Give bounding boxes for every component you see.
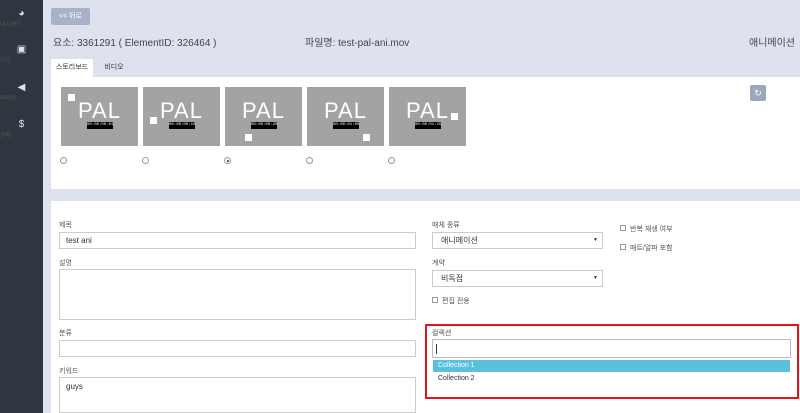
editorial-checkbox[interactable] xyxy=(432,297,438,303)
keywords-label: 키워드 xyxy=(59,368,79,375)
keywords-textarea[interactable]: guys xyxy=(59,377,416,413)
sidebar-item-label: 판매 xyxy=(0,133,12,139)
category-input[interactable] xyxy=(59,340,416,357)
loop-label: 반복 재생 여부 xyxy=(630,226,673,233)
frame-radio[interactable] xyxy=(60,157,67,164)
matte-label: 매트/알파 포함 xyxy=(630,245,673,252)
category-label: 분류 xyxy=(59,330,72,337)
thumbnail-text: PAL xyxy=(324,98,367,123)
tab-storyboard[interactable]: 스토리보드 xyxy=(51,59,93,77)
loop-checkbox[interactable] xyxy=(620,225,626,231)
tab-video[interactable]: 비디오 xyxy=(99,59,129,77)
timecode: 00:00:01:15 xyxy=(415,122,442,129)
element-info: 요소: 3361291 ( ElementID: 326464 ) xyxy=(53,38,217,49)
sidebar-item-dashboard[interactable]: ◕ 대시보드 xyxy=(0,8,43,28)
chevron-down-icon: ▼ xyxy=(593,275,598,281)
thumbnail-text: PAL xyxy=(406,98,449,123)
refresh-icon: ↻ xyxy=(754,88,762,98)
storyboard-thumbnail[interactable]: PAL 00:00:00:20 xyxy=(225,87,302,146)
sidebar: ◕ 대시보드 ▣ 자산 ◀ 마케팅 $ 판매 xyxy=(0,0,43,413)
timecode: 00:00:00:10 xyxy=(169,122,196,129)
sidebar-item-assets[interactable]: ▣ 자산 xyxy=(0,44,43,64)
media-type-heading: 애니메이션 xyxy=(749,38,795,49)
sidebar-item-label: 대시보드 xyxy=(0,22,23,28)
storyboard-panel: PAL 00:00:00:01 PAL 00:00:00:10 PAL 00:0… xyxy=(51,77,800,189)
media-type-label: 매체 종류 xyxy=(432,222,460,229)
timecode: 00:00:00:20 xyxy=(251,122,278,129)
contract-label: 계약 xyxy=(432,260,445,267)
media-type-select[interactable]: 애니메이션 ▼ xyxy=(432,232,603,249)
storyboard-thumbnail[interactable]: PAL 00:00:00:01 xyxy=(61,87,138,146)
storyboard-thumbnail[interactable]: PAL 00:00:00:10 xyxy=(143,87,220,146)
sidebar-item-label: 마케팅 xyxy=(0,96,17,102)
highlight-box xyxy=(425,324,799,399)
media-type-value: 애니메이션 xyxy=(441,236,478,245)
frame-marker xyxy=(245,134,252,141)
sidebar-item-label: 자산 xyxy=(0,58,12,64)
contract-value: 비독점 xyxy=(441,274,464,283)
thumbnail-text: PAL xyxy=(160,98,203,123)
frame-marker xyxy=(363,134,370,141)
storyboard-thumbnail[interactable]: PAL 00:00:01:15 xyxy=(389,87,466,146)
dollar-icon: $ xyxy=(18,119,25,130)
contract-select[interactable]: 비독점 ▼ xyxy=(432,270,603,287)
description-textarea[interactable] xyxy=(59,269,416,320)
dashboard-icon: ◕ xyxy=(18,8,25,19)
title-input[interactable]: test ani xyxy=(59,232,416,249)
storyboard-thumbnail[interactable]: PAL 00:00:01:05 xyxy=(307,87,384,146)
chevron-down-icon: ▼ xyxy=(593,237,598,243)
timecode: 00:00:01:05 xyxy=(333,122,360,129)
title-label: 제목 xyxy=(59,222,72,229)
editorial-label: 편집 전용 xyxy=(442,298,470,305)
timecode: 00:00:00:01 xyxy=(87,122,114,129)
frame-radio[interactable] xyxy=(142,157,149,164)
refresh-button[interactable]: ↻ xyxy=(750,85,766,101)
frame-radio[interactable] xyxy=(224,157,231,164)
file-name: 파일명: test-pal-ani.mov xyxy=(305,38,410,49)
description-label: 설명 xyxy=(59,260,72,267)
back-button[interactable]: << 뒤로 xyxy=(51,8,90,25)
matte-checkbox[interactable] xyxy=(620,244,626,250)
sidebar-item-marketing[interactable]: ◀ 마케팅 xyxy=(0,82,43,102)
sidebar-item-sales[interactable]: $ 판매 xyxy=(0,119,43,139)
assets-icon: ▣ xyxy=(16,44,27,55)
marketing-icon: ◀ xyxy=(17,82,26,93)
frame-radio[interactable] xyxy=(306,157,313,164)
thumbnail-text: PAL xyxy=(242,98,285,123)
frame-radio[interactable] xyxy=(388,157,395,164)
thumbnail-text: PAL xyxy=(78,98,121,123)
